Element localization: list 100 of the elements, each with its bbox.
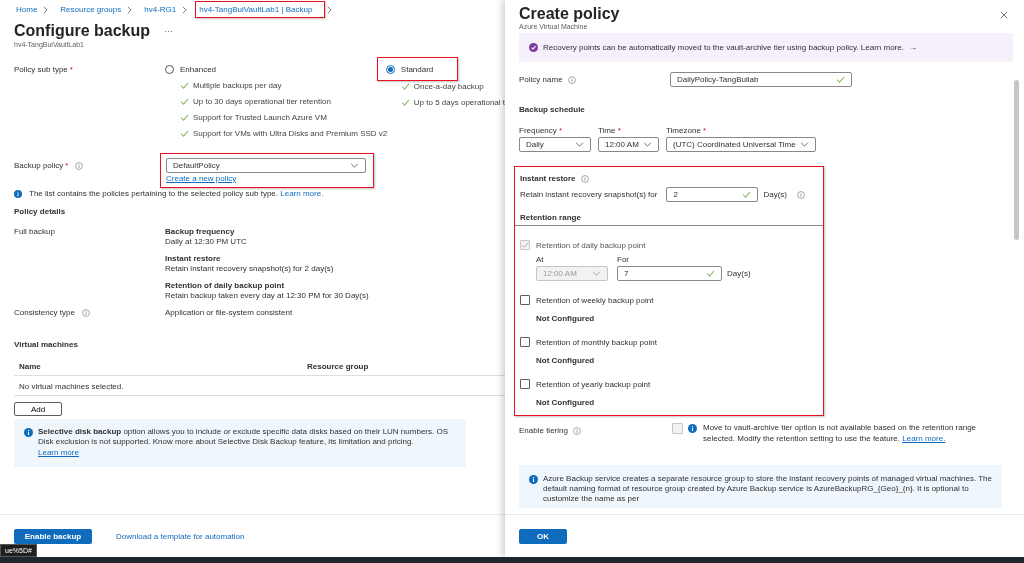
- checkbox-label: Retention of daily backup point: [536, 240, 646, 250]
- required-mark: *: [559, 126, 563, 135]
- detail-title: Backup frequency: [165, 227, 236, 237]
- panel-title: Create policy: [519, 5, 620, 23]
- chevron-right-icon: [43, 5, 49, 14]
- breadcrumb-link[interactable]: hv4-TangBuiVaultLab1 | Backup: [195, 1, 326, 18]
- info-icon: [796, 191, 805, 199]
- create-policy-link[interactable]: Create a new policy: [166, 174, 237, 183]
- breadcrumb-link[interactable]: hv4-RG1: [140, 2, 181, 17]
- chevron-right-icon: [182, 5, 188, 14]
- close-icon[interactable]: [1000, 11, 1008, 19]
- add-button[interactable]: Add: [14, 402, 62, 416]
- unit-label: Day(s): [727, 269, 751, 278]
- download-template-link[interactable]: Download a template for automation: [116, 531, 245, 541]
- more-button[interactable]: ···: [164, 26, 173, 36]
- field-label: Consistency type: [14, 308, 75, 317]
- feature-text: Up to 30 days operational tier retention: [193, 96, 331, 106]
- checkbox[interactable]: [520, 379, 530, 389]
- snapshot-days-field[interactable]: 2: [666, 187, 759, 202]
- info-icon: [688, 424, 697, 433]
- radio-label: Enhanced: [180, 64, 217, 74]
- policy-note: The list contains the policies pertaining to the selected policy sub type. Learn more.: [29, 189, 324, 198]
- field-label: Policy sub type: [14, 65, 68, 74]
- checkbox-label: Retention of monthly backup point: [536, 337, 657, 347]
- learn-more-link[interactable]: Learn more: [38, 448, 79, 458]
- arrow-icon[interactable]: →: [908, 43, 917, 52]
- field-label: Full backup: [14, 227, 55, 236]
- feature-text: Multiple backups per day: [193, 80, 282, 90]
- learn-more-link[interactable]: Learn more.: [280, 189, 324, 198]
- checkbox[interactable]: [520, 295, 530, 305]
- breadcrumb-link[interactable]: Resource groups: [56, 2, 126, 17]
- status-text: Not Configured: [536, 314, 596, 323]
- radio-label: Standard: [400, 64, 434, 74]
- status-text: Not Configured: [536, 356, 596, 365]
- column-header: Resource group: [307, 362, 369, 371]
- chevron-down-icon: [350, 163, 359, 168]
- ok-button[interactable]: OK: [519, 528, 567, 544]
- detail-text: Retain instant recovery snapshot(s) for 2 day(s): [165, 264, 335, 274]
- breadcrumb-link[interactable]: Home: [12, 2, 42, 17]
- required-mark: *: [69, 65, 73, 74]
- schedule-dropdown[interactable]: 12:00 AM: [598, 137, 659, 152]
- column-header: Name: [19, 362, 42, 371]
- chevron-down-icon: [575, 142, 584, 147]
- schedule-dropdown[interactable]: Daily: [519, 137, 591, 152]
- required-mark: *: [65, 161, 69, 170]
- field-label: At: [536, 255, 545, 264]
- checkbox-label: Retention of yearly backup point: [536, 379, 651, 389]
- banner-text: Recovery points can be automatically moved to the vault-archive tier using backup policy. Learn more.: [543, 43, 904, 52]
- checkbox[interactable]: [520, 337, 530, 347]
- info-text: Azure Backup service creates a separate resource group to store the instant recovery points of managed virtual machines. The default naming format of resource group created by Azure Backup service is AzureBackupRG_{Geo}_{n}. It is optional to customize the name as per: [543, 474, 992, 504]
- detail-title: Retention of daily backup point: [165, 281, 286, 291]
- page-title: Configure backup: [14, 22, 150, 40]
- info-icon: [572, 427, 581, 435]
- badge-icon: [529, 43, 538, 52]
- chevron-right-icon: [127, 5, 133, 14]
- field-label: Backup policy: [14, 161, 64, 170]
- info-icon: [529, 475, 538, 484]
- enable-backup-button[interactable]: Enable backup: [14, 528, 92, 544]
- info-icon: [567, 76, 576, 84]
- chevron-down-icon: [800, 142, 809, 147]
- info-icon: [14, 189, 22, 198]
- check-icon: [706, 270, 715, 277]
- chevron-down-icon: [592, 271, 601, 276]
- info-text: Selective disk backup option allows you to include or exclude specific data disks based on their LUN numbers. OS Disk exclusion is not supported. Know more about Selective Disk Backup feature, its limitation and pricing. Learn more: [38, 427, 449, 458]
- consistency-value: Application or file-system consistent: [165, 308, 293, 317]
- info-icon: [75, 162, 84, 170]
- field-label: Timezone: [666, 126, 701, 135]
- detail-text: Retain backup taken every day at 12:30 PM for 30 Day(s): [165, 291, 369, 301]
- field-label: Time: [598, 126, 616, 135]
- required-mark: *: [703, 126, 707, 135]
- status-text: Not Configured: [536, 398, 596, 407]
- detail-title: Instant restore: [165, 254, 222, 264]
- feature-text: Support for Trusted Launch Azure VM: [193, 112, 327, 122]
- field-label: Retain instant recovery snapshot(s) for: [520, 190, 658, 199]
- section-heading: Virtual machines: [14, 340, 79, 351]
- required-mark: *: [617, 126, 621, 135]
- policy-name-field[interactable]: DailyPolicy-TangBuilab: [670, 72, 852, 87]
- info-icon: [81, 309, 90, 317]
- field-label: For: [617, 255, 630, 264]
- section-heading: Policy details: [14, 207, 67, 218]
- field-label: Frequency: [519, 126, 557, 135]
- chevron-right-icon: [327, 5, 333, 14]
- feature-text: Up to 5 days operational t: [413, 97, 505, 107]
- info-icon: [24, 428, 33, 437]
- field-label: Policy name: [519, 75, 563, 84]
- schedule-dropdown[interactable]: (UTC) Coordinated Universal Time: [666, 137, 816, 152]
- table-cell: No virtual machines selected.: [19, 382, 124, 391]
- feature-text: Once-a-day backup: [413, 81, 484, 91]
- feature-text: Support for VMs with Ultra Disks and Premium SSD v2: [193, 128, 388, 138]
- section-heading: Instant restore: [520, 173, 576, 183]
- detail-text: Daily at 12:30 PM UTC: [165, 237, 248, 247]
- chevron-down-icon: [643, 142, 652, 147]
- unit-label: Day(s): [763, 190, 787, 199]
- field-label: Enable tiering: [519, 426, 568, 435]
- section-heading: Retention range: [520, 213, 582, 224]
- checkbox-label: Retention of weekly backup point: [536, 295, 654, 305]
- policy-dropdown[interactable]: DefaultPolicy: [166, 158, 366, 173]
- info-icon: [580, 174, 589, 183]
- section-heading: Backup schedule: [519, 105, 586, 116]
- tiering-note: Move to vault-archive tier option is not available based on the retention range selected. Modify the retention setting to use the feature. Learn more.: [703, 423, 978, 444]
